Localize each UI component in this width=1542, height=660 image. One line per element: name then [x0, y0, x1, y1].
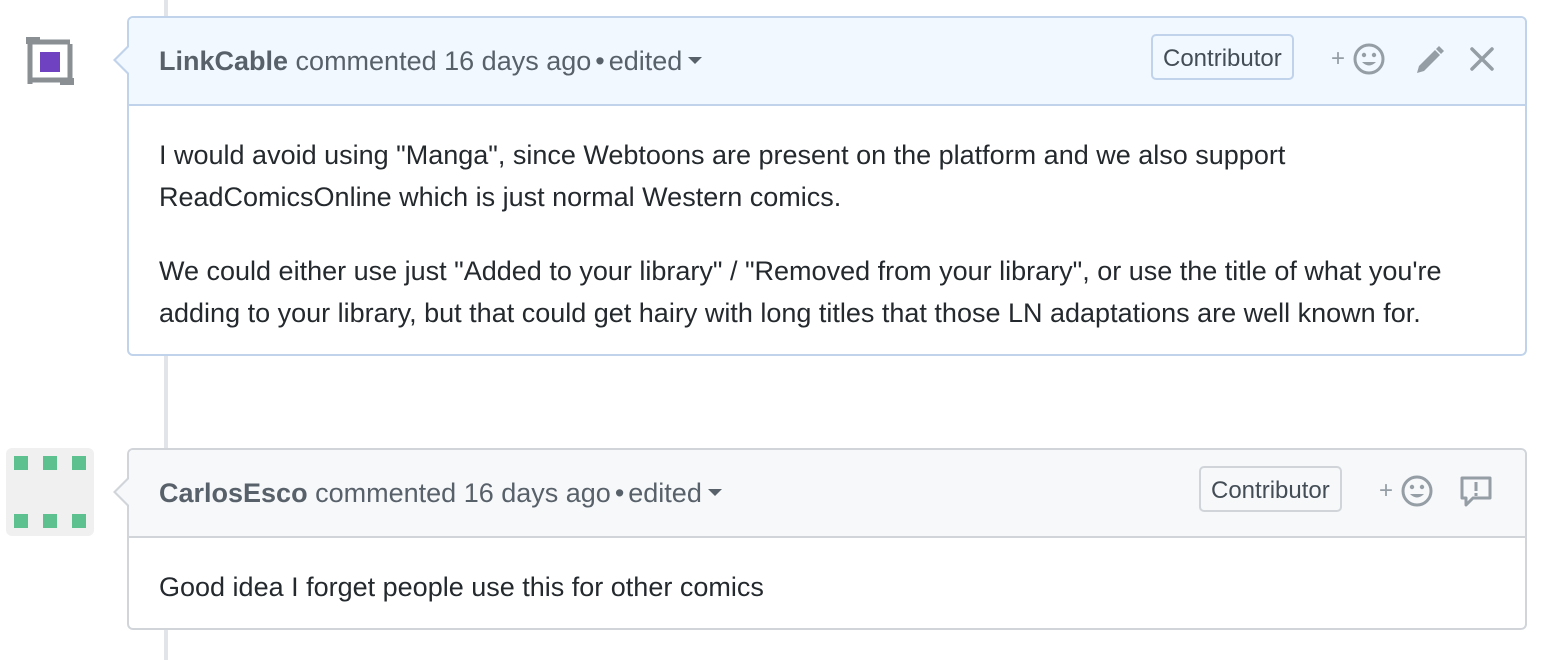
add-reaction-button[interactable]: +: [1379, 474, 1437, 508]
comment-body: Good idea I forget people use this for o…: [129, 538, 1525, 628]
svg-text:+: +: [1379, 477, 1393, 504]
comment-linkcable: LinkCable commented 16 days ago • edited C…: [113, 16, 1527, 356]
contributor-badge: Contributor: [1199, 466, 1342, 512]
comment-header: CarlosEsco commented 16 days ago • edited …: [113, 450, 1525, 538]
report-content-button[interactable]: [1459, 474, 1493, 508]
avatar-carlosesco-image: [6, 448, 94, 536]
comment-action: commented: [315, 478, 457, 508]
caret-down-icon: [707, 489, 722, 497]
comment-paragraph: We could either use just "Added to your …: [159, 256, 1442, 328]
edited-dropdown[interactable]: edited: [609, 46, 703, 76]
svg-text:+: +: [1331, 45, 1345, 72]
comment-body: I would avoid using "Manga", since Webto…: [129, 106, 1525, 354]
smiley-icon: +: [1331, 43, 1385, 75]
comment-paragraph: Good idea I forget people use this for o…: [159, 572, 764, 602]
delete-comment-button[interactable]: [1467, 42, 1497, 76]
comment-timestamp[interactable]: 16 days ago: [464, 478, 611, 508]
separator-dot: •: [614, 478, 625, 508]
avatar-linkcable-image: [6, 20, 94, 108]
comment-carlosesco: CarlosEsco commented 16 days ago • edited …: [113, 448, 1527, 630]
contributor-badge: Contributor: [1151, 34, 1294, 80]
comment-action: commented: [295, 46, 437, 76]
comment-header: LinkCable commented 16 days ago • edited C…: [113, 18, 1525, 106]
report-icon: [1460, 476, 1492, 507]
edited-label: edited: [608, 46, 683, 76]
edit-comment-button[interactable]: [1413, 42, 1445, 76]
add-reaction-button[interactable]: +: [1331, 42, 1389, 76]
author-link[interactable]: LinkCable: [159, 46, 288, 76]
close-icon: [1470, 47, 1494, 71]
author-link[interactable]: CarlosEsco: [159, 478, 308, 508]
caret-down-icon: [688, 57, 703, 65]
smiley-icon: +: [1379, 475, 1433, 507]
comment-timestamp[interactable]: 16 days ago: [444, 46, 591, 76]
edited-dropdown[interactable]: edited: [628, 478, 722, 508]
separator-dot: •: [595, 46, 605, 76]
avatar-linkcable[interactable]: [6, 20, 94, 108]
edited-label: edited: [628, 478, 702, 508]
comment-paragraph: I would avoid using "Manga", since Webto…: [159, 140, 1286, 212]
comment-header-text: LinkCable commented 16 days ago • edited: [159, 44, 703, 78]
avatar-carlosesco[interactable]: [6, 448, 94, 536]
comment-header-text: CarlosEsco commented 16 days ago • edited: [159, 476, 722, 510]
pencil-icon: [1417, 46, 1444, 73]
